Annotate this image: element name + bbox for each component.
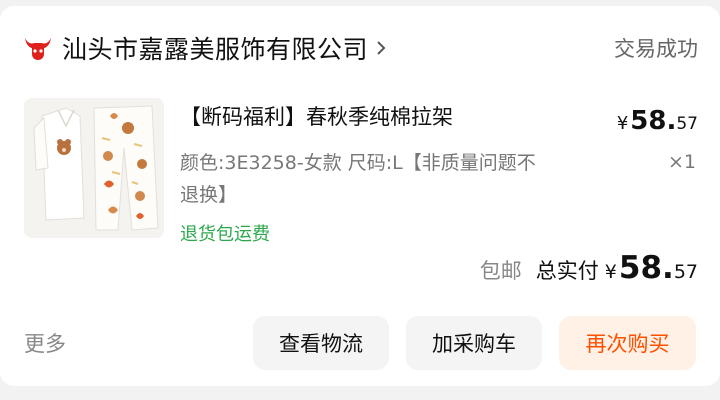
total-paid-label: 总实付 — [535, 259, 599, 283]
price-integer: 58. — [630, 106, 677, 136]
buy-again-button[interactable]: 再次购买 — [559, 316, 696, 370]
order-status: 交易成功 — [614, 37, 698, 61]
quantity: ×1 — [667, 151, 696, 173]
shop-link[interactable]: 汕头市嘉露美服饰有限公司 — [22, 30, 388, 66]
price-decimal: 57 — [676, 114, 698, 134]
return-shipping-tag: 退货包运费 — [180, 224, 270, 245]
product-image[interactable] — [24, 98, 164, 238]
total-decimal: 57 — [673, 261, 698, 283]
shipping-label: 包邮 — [479, 259, 522, 283]
view-logistics-button[interactable]: 查看物流 — [253, 316, 389, 370]
total-row: 包邮 总实付 ¥ 58. 57 — [480, 250, 698, 286]
price-symbol: ¥ — [616, 113, 629, 134]
unit-price: ¥ 58. 57 — [617, 106, 698, 136]
total-integer: 58. — [618, 250, 674, 286]
chevron-right-icon — [374, 39, 388, 57]
product-spec: 颜色:3E3258-女款 尺码:L【非质量问题不退换】 — [180, 152, 536, 206]
product-title[interactable]: 【断码福利】春秋季纯棉拉架 — [180, 101, 540, 133]
order-card: 汕头市嘉露美服饰有限公司 交易成功 【断码福利】春秋季纯棉拉架 颜色:3E325… — [0, 6, 720, 386]
order-header: 汕头市嘉露美服饰有限公司 交易成功 — [22, 28, 698, 68]
more-button[interactable]: 更多 — [24, 328, 66, 358]
add-to-cart-button[interactable]: 加采购车 — [406, 316, 542, 370]
shop-name: 汕头市嘉露美服饰有限公司 — [62, 35, 369, 64]
red-bull-logo-icon — [22, 32, 54, 64]
total-symbol: ¥ — [604, 261, 617, 283]
